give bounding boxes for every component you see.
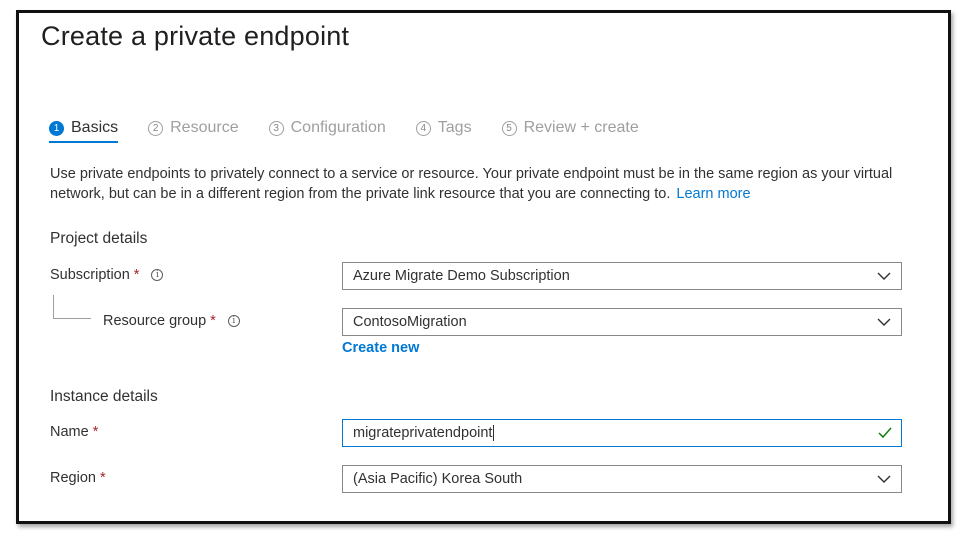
region-value: (Asia Pacific) Korea South: [353, 471, 523, 487]
resource-group-label-text: Resource group: [103, 313, 207, 329]
tab-label: Review + create: [523, 119, 639, 136]
name-label: Name *: [50, 424, 98, 440]
subscription-label: Subscription * i: [50, 267, 164, 283]
step-number-4: 4: [415, 120, 431, 136]
info-icon[interactable]: i: [227, 315, 240, 327]
resource-group-dropdown[interactable]: ContosoMigration: [342, 308, 902, 336]
tree-connector-vertical: [53, 295, 54, 318]
chevron-down-icon: [877, 475, 891, 483]
required-marker: *: [210, 313, 216, 329]
region-label: Region *: [50, 470, 106, 486]
checkmark-icon: [878, 427, 892, 439]
create-private-endpoint-panel: Create a private endpoint 1 Basics 2 Res…: [16, 10, 951, 524]
tab-basics[interactable]: 1 Basics: [49, 119, 119, 143]
required-marker: *: [99, 470, 106, 486]
tree-connector-horizontal: [53, 318, 91, 319]
tab-tags[interactable]: 4 Tags: [415, 119, 472, 143]
tab-label: Configuration: [290, 119, 386, 136]
region-dropdown[interactable]: (Asia Pacific) Korea South: [342, 465, 902, 493]
name-input[interactable]: migrateprivatendpoint: [342, 419, 902, 447]
resource-group-value: ContosoMigration: [353, 314, 467, 330]
step-number-1: 1: [49, 120, 64, 136]
tab-label: Basics: [71, 119, 119, 136]
subscription-label-text: Subscription: [50, 267, 130, 283]
instance-details-heading: Instance details: [50, 388, 158, 405]
required-marker: *: [133, 267, 140, 283]
description-text: Use private endpoints to privately conne…: [50, 166, 893, 202]
step-number-5: 5: [501, 120, 517, 136]
subscription-value: Azure Migrate Demo Subscription: [353, 268, 570, 284]
tab-label: Tags: [437, 119, 472, 136]
page-title: Create a private endpoint: [41, 21, 350, 51]
text-cursor: [493, 425, 495, 441]
chevron-down-icon: [877, 272, 891, 280]
wizard-tabs: 1 Basics 2 Resource 3 Configuration 4 Ta…: [49, 119, 669, 143]
tab-resource[interactable]: 2 Resource: [148, 119, 239, 143]
step-number-3: 3: [268, 120, 284, 136]
tab-configuration[interactable]: 3 Configuration: [268, 119, 386, 143]
chevron-down-icon: [877, 318, 891, 326]
step-number-2: 2: [148, 120, 164, 136]
info-icon[interactable]: i: [151, 269, 164, 281]
description: Use private endpoints to privately conne…: [50, 164, 910, 204]
resource-group-label: Resource group * i: [103, 313, 240, 329]
project-details-heading: Project details: [50, 230, 148, 247]
tab-review-create[interactable]: 5 Review + create: [501, 119, 639, 143]
tab-label: Resource: [170, 119, 239, 136]
name-label-text: Name: [50, 424, 89, 440]
subscription-dropdown[interactable]: Azure Migrate Demo Subscription: [342, 262, 902, 290]
name-value: migrateprivatendpoint: [353, 425, 493, 441]
required-marker: *: [92, 424, 99, 440]
learn-more-link[interactable]: Learn more: [676, 186, 750, 202]
create-new-link[interactable]: Create new: [342, 340, 419, 356]
region-label-text: Region: [50, 470, 96, 486]
